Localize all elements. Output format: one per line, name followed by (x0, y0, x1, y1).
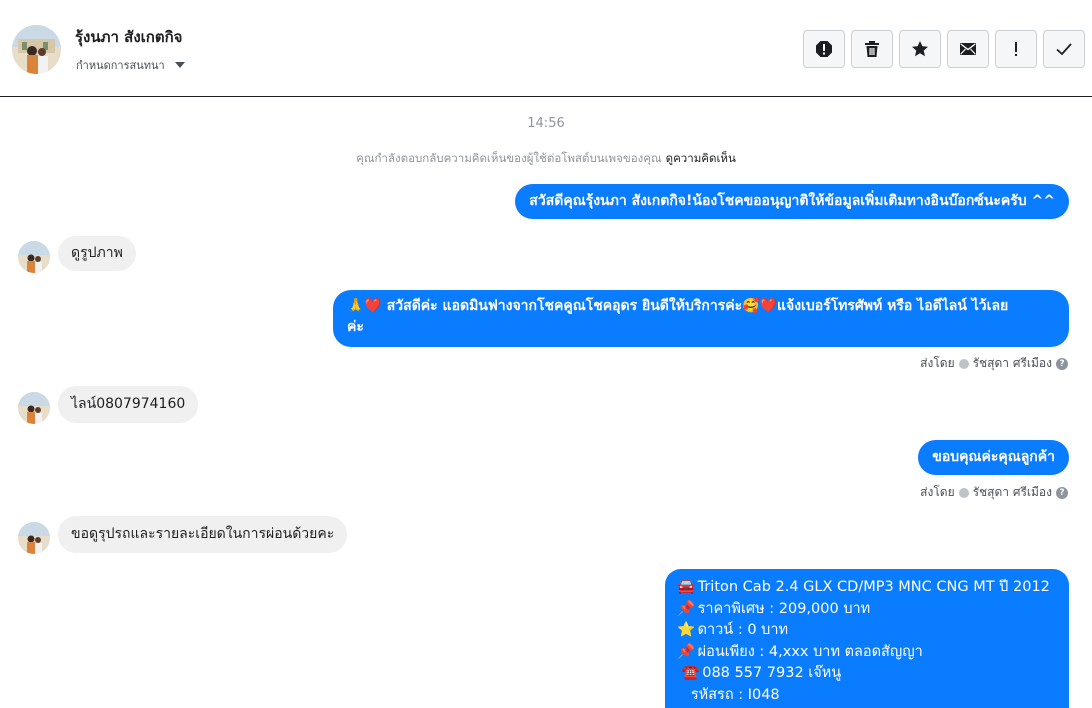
page-icon (958, 487, 969, 498)
listing-code-line: รหัสรถ : I048 (690, 686, 780, 703)
message-text: ดูรูปภาพ (71, 245, 123, 261)
mark-unread-button[interactable] (947, 30, 989, 68)
important-icon (1015, 42, 1017, 56)
listing-phone-line: ☎️ 088 557 7932 เจ๊หนู (677, 663, 1057, 685)
contact-name: รุ้งนภา สังเกตกิจ (75, 28, 183, 46)
message-timestamp: 14:56 (527, 116, 565, 131)
help-icon[interactable]: ? (1056, 357, 1068, 370)
trash-icon (865, 41, 879, 57)
sent-by-info: ส่งโดย รัชสุดา ศรีเมือง ? (920, 354, 1068, 373)
message-text-line: ค่ะ (347, 319, 364, 335)
outgoing-message: 🙏❤️ สวัสดีค่ะ แอดมินฟางจากโชคคูณโชคอุดร … (333, 290, 1069, 347)
pin-icon: 📌 (677, 600, 696, 617)
sender-avatar[interactable] (18, 241, 50, 273)
action-toolbar (803, 30, 1085, 68)
phone-icon: ☎️ (681, 665, 700, 681)
message-text: ขอดูรุปรถและรายละเอียดในการผ่อนด้วยคะ (71, 526, 335, 542)
sent-by-label: ส่งโดย (920, 485, 955, 499)
check-icon (1056, 43, 1072, 56)
assign-conversation-dropdown[interactable]: กำหนดการสนทนา (76, 56, 185, 74)
listing-title-line: 🚘 Triton Cab 2.4 GLX CD/MP3 MNC CNG MT ป… (677, 577, 1057, 599)
report-spam-button[interactable] (803, 30, 845, 68)
report-spam-icon (816, 41, 832, 57)
outgoing-message-listing: 🚘 Triton Cab 2.4 GLX CD/MP3 MNC CNG MT ป… (665, 569, 1069, 708)
car-icon: 🚘 (677, 579, 696, 595)
help-icon[interactable]: ? (1056, 486, 1068, 499)
incoming-message[interactable]: ดูรูปภาพ (58, 236, 136, 271)
sender-name[interactable]: รัชสุดา ศรีเมือง (973, 354, 1052, 373)
sender-avatar[interactable] (18, 392, 50, 424)
message-text: ไลน์0807974160 (71, 396, 186, 412)
incoming-message[interactable]: ขอดูรุปรถและรายละเอียดในการผ่อนด้วยคะ (58, 516, 348, 553)
mark-done-button[interactable] (1043, 30, 1085, 68)
star-icon (912, 41, 928, 57)
star-button[interactable] (899, 30, 941, 68)
message-text: สวัสดีคุณรุ้งนภา สังเกตกิจ!น้องโชคขออนุญ… (529, 193, 1055, 209)
listing-installment-line: 📌 ผ่อนเพียง : 4,xxx บาท ตลอดสัญญา (677, 642, 1057, 664)
listing-price-line: 📌 ราคาพิเศษ : 209,000 บาท (677, 599, 1057, 621)
star-icon: ⭐ (677, 622, 696, 638)
notice-text: คุณกำลังตอบกลับความคิดเห็นของผู้ใช้ต่อโพ… (356, 151, 662, 165)
view-comment-link[interactable]: ดูความคิดเห็น (666, 151, 736, 165)
caret-down-icon (174, 62, 185, 68)
sender-avatar[interactable] (18, 522, 50, 554)
conversation-header: รุ้งนภา สังเกตกิจ กำหนดการสนทนา (0, 0, 1092, 97)
incoming-message[interactable]: ไลน์0807974160 (58, 386, 199, 423)
message-text-line: 🙏❤️ สวัสดีค่ะ แอดมินฟางจากโชคคูณโชคอุดร … (347, 298, 1009, 314)
reply-notice: คุณกำลังตอบกลับความคิดเห็นของผู้ใช้ต่อโพ… (0, 150, 1092, 168)
outgoing-message: สวัสดีคุณรุ้งนภา สังเกตกิจ!น้องโชคขออนุญ… (515, 184, 1069, 219)
mail-icon (960, 43, 976, 55)
page-icon (958, 358, 969, 369)
listing-down-line: ⭐ ดาวน์ : 0 บาท (677, 620, 1057, 642)
assign-label: กำหนดการสนทนา (76, 59, 165, 72)
important-button[interactable] (995, 30, 1037, 68)
sender-name[interactable]: รัชสุดา ศรีเมือง (973, 483, 1052, 502)
sent-by-info: ส่งโดย รัชสุดา ศรีเมือง ? (920, 483, 1068, 502)
pin-icon: 📌 (677, 643, 696, 660)
message-text: ขอบคุณค่ะคุณลูกค้า (932, 449, 1055, 465)
outgoing-message: ขอบคุณค่ะคุณลูกค้า (918, 440, 1069, 475)
sent-by-label: ส่งโดย (920, 356, 955, 370)
delete-button[interactable] (851, 30, 893, 68)
contact-avatar[interactable] (12, 25, 61, 74)
